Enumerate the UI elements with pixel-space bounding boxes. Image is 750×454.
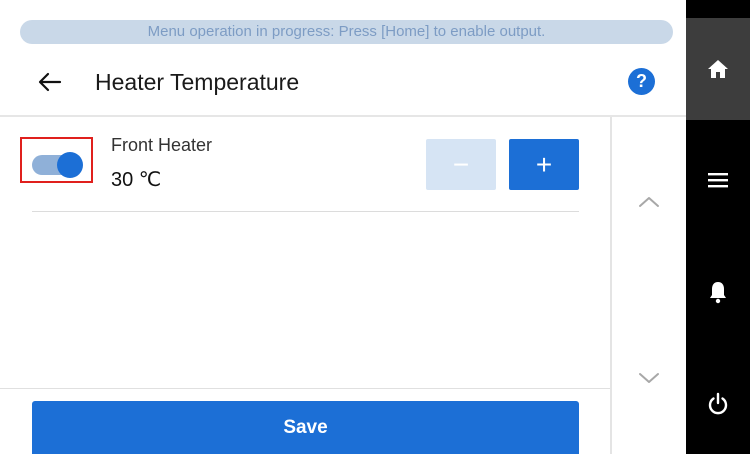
home-icon [708,60,728,78]
notifications-button[interactable] [686,262,750,322]
bell-icon [710,282,726,304]
home-button[interactable] [686,18,750,120]
front-heater-toggle[interactable] [32,152,83,178]
scroll-down-button[interactable] [636,368,662,388]
front-heater-value: 30 ℃ [111,169,162,191]
page-title: Heater Temperature [95,69,300,95]
power-icon [708,392,728,415]
footer-divider [0,388,610,389]
menu-icon [708,173,728,188]
scroll-column [610,117,688,454]
chevron-up-icon [639,197,659,207]
back-arrow-icon [38,72,62,92]
scroll-up-button[interactable] [636,192,662,212]
item-divider [32,211,579,212]
chevron-down-icon [639,373,659,383]
help-button[interactable]: ? [628,68,655,95]
toggle-knob [57,152,83,178]
front-heater-label: Front Heater [111,135,213,155]
decrease-button[interactable]: − [426,139,496,190]
increase-button[interactable]: + [509,139,579,190]
status-banner: Menu operation in progress: Press [Home]… [20,20,673,44]
side-nav [686,0,750,454]
back-button[interactable] [30,64,70,100]
menu-button[interactable] [686,150,750,210]
power-button[interactable] [686,374,750,434]
save-button[interactable]: Save [32,401,579,454]
